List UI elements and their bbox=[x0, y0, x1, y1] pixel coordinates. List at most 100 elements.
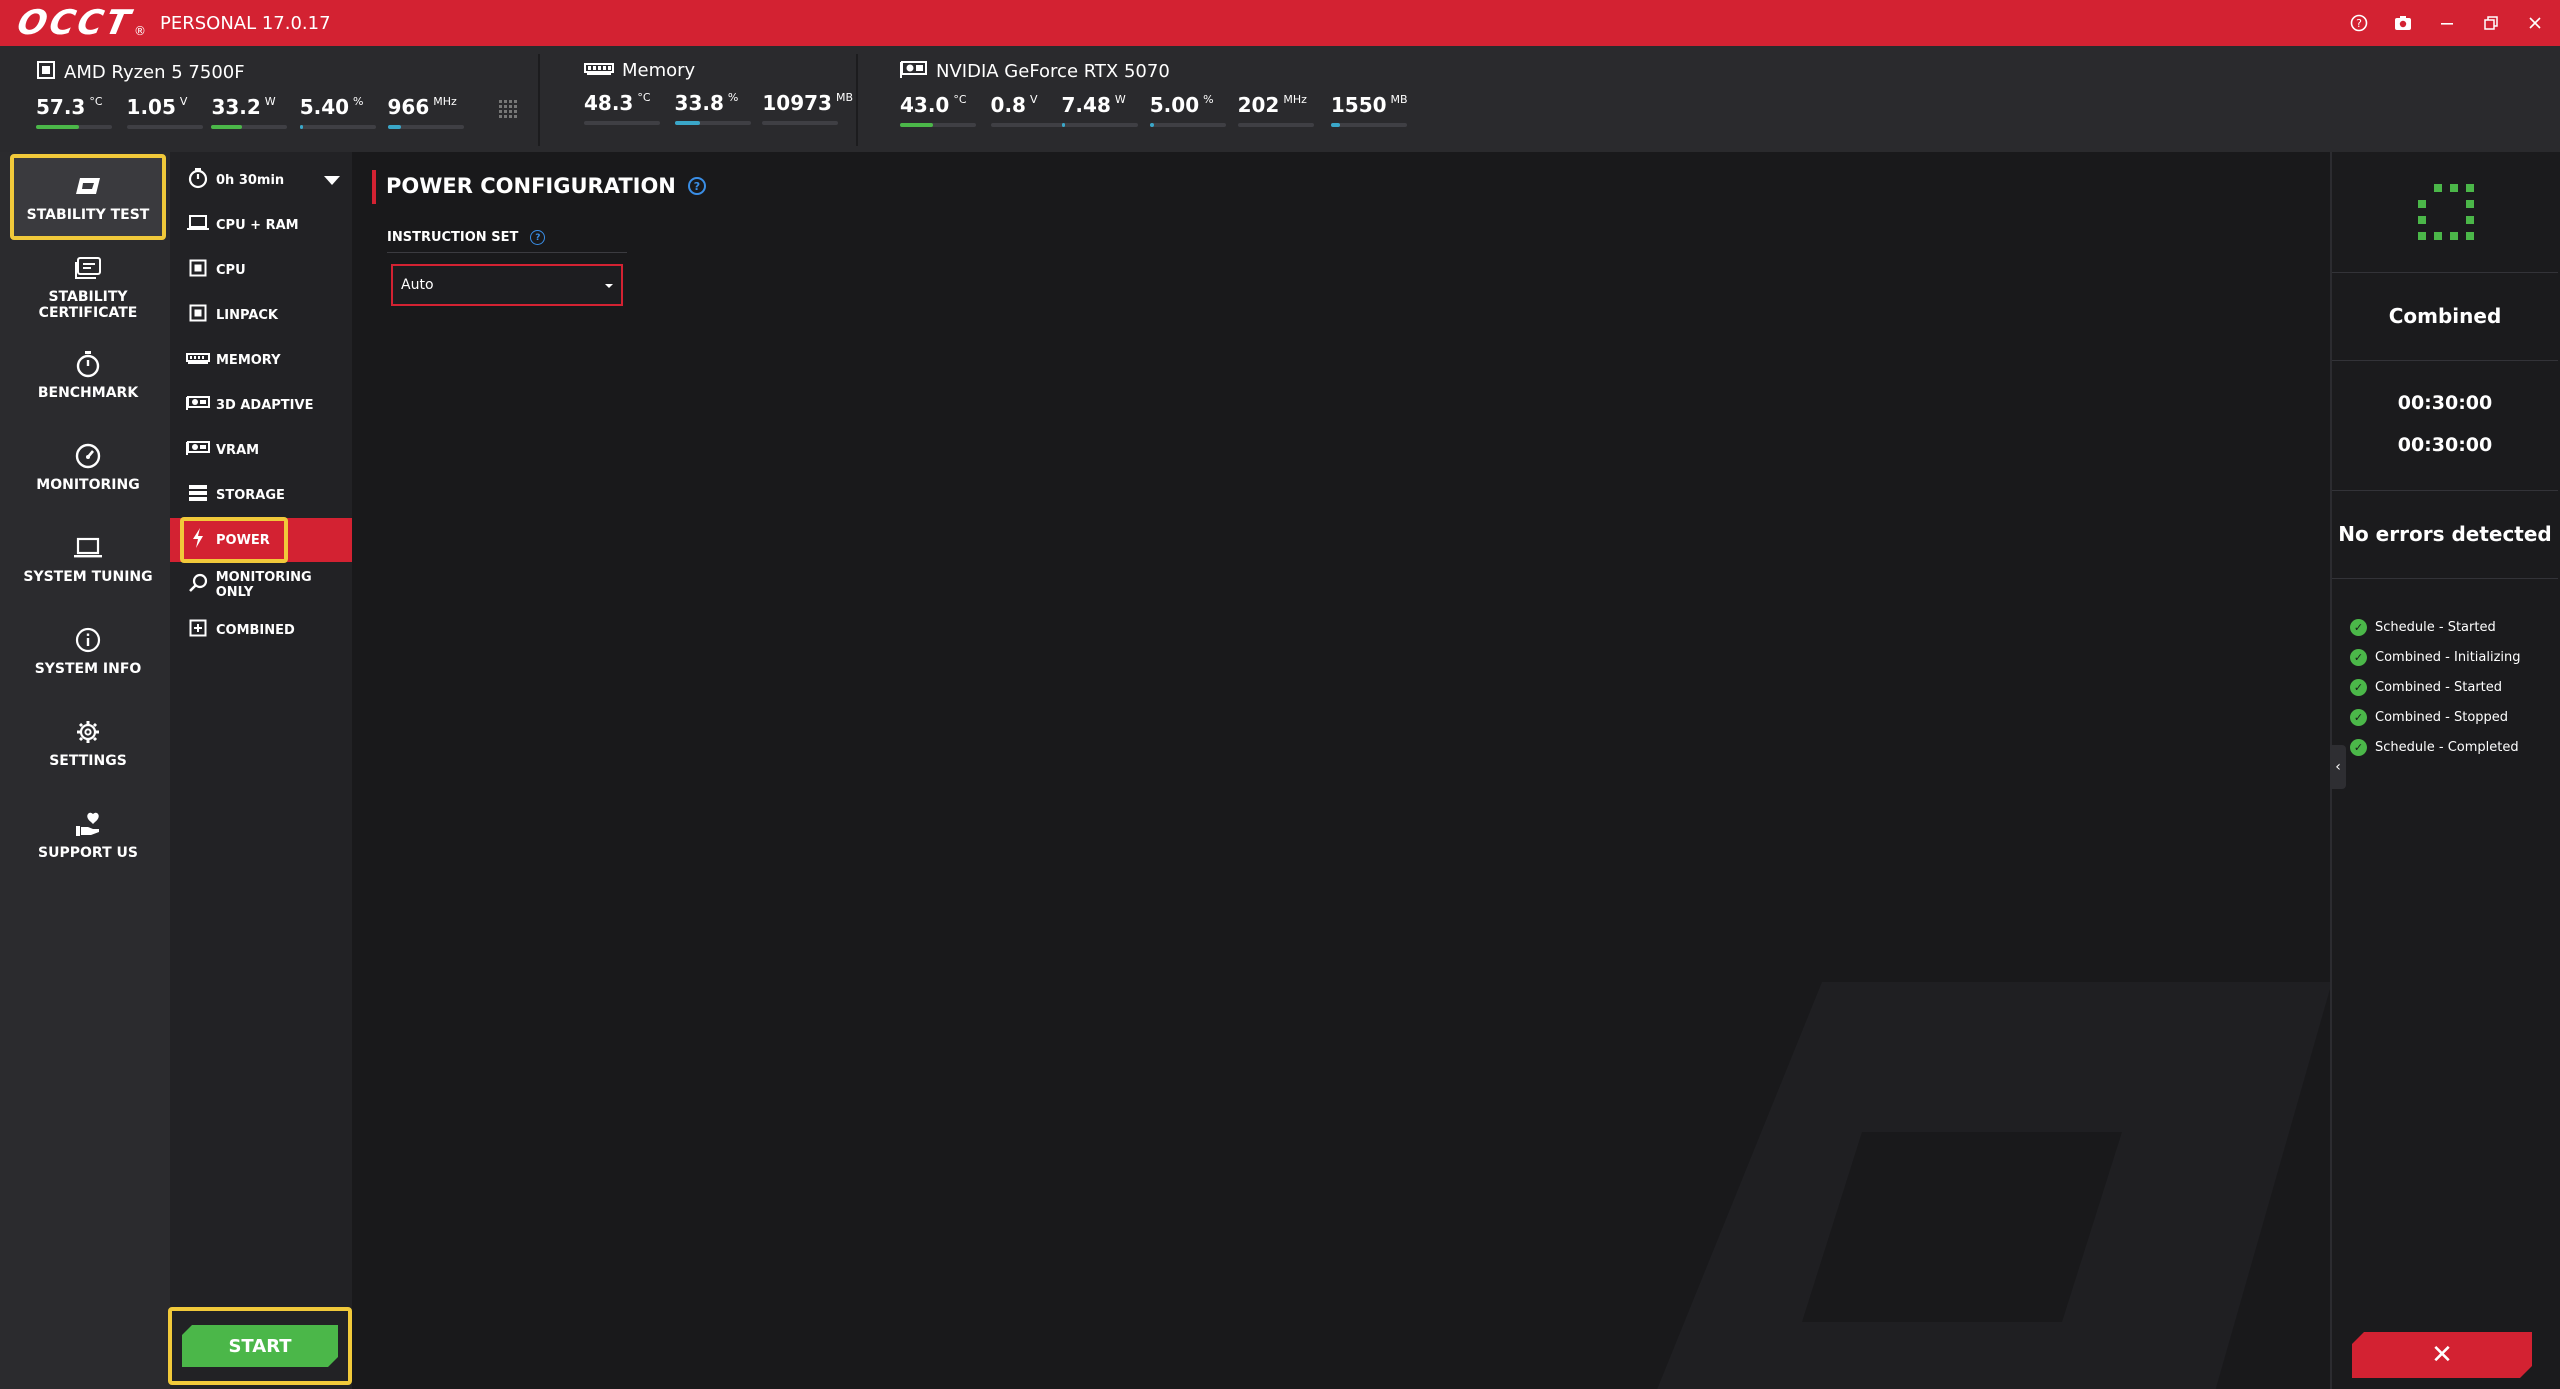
sensor-value: 43.0 bbox=[900, 93, 950, 117]
divider bbox=[538, 54, 540, 146]
sensor-reading: 43.0 °C bbox=[900, 93, 976, 127]
sensor-unit: MHz bbox=[433, 95, 457, 108]
occt-window: OCCT ® PERSONAL 17.0.17 ? AMD Ryzen 5 75… bbox=[0, 0, 2560, 1389]
sensor-unit: MB bbox=[835, 91, 853, 104]
certificate-icon bbox=[73, 253, 103, 283]
start-button[interactable]: START bbox=[182, 1325, 338, 1367]
sensor-unit: °C bbox=[637, 91, 651, 104]
registered-mark: ® bbox=[134, 24, 146, 38]
divider bbox=[2332, 360, 2558, 361]
stop-button[interactable]: ✕ bbox=[2352, 1332, 2532, 1378]
nav-label: BENCHMARK bbox=[37, 385, 139, 401]
sensor-unit: W bbox=[1114, 93, 1126, 106]
test-cpu-ram[interactable]: CPU + RAM bbox=[170, 203, 352, 247]
memory-name: Memory bbox=[622, 60, 696, 81]
test-label: COMBINED bbox=[216, 622, 295, 638]
nav-system-info[interactable]: SYSTEM INFO bbox=[10, 608, 166, 694]
sensor-value: 5.00 bbox=[1149, 93, 1200, 117]
event-text: Combined - Initializing bbox=[2375, 649, 2521, 665]
check-circle-icon: ✓ bbox=[2350, 618, 2367, 636]
sensor-reading: 33.8% bbox=[674, 91, 751, 125]
sensor-bar bbox=[126, 125, 203, 129]
test-3d-adaptive[interactable]: 3D ADAPTIVE bbox=[170, 383, 352, 427]
divider bbox=[2332, 272, 2558, 273]
test-memory[interactable]: MEMORY bbox=[170, 338, 352, 382]
collapse-panel-button[interactable]: ‹ bbox=[2330, 745, 2346, 789]
sensor-value: 7.48 bbox=[1061, 93, 1111, 117]
sensor-value: 5.40 bbox=[299, 95, 350, 119]
sensor-value: 33.8 bbox=[674, 91, 724, 115]
test-monitoring-only[interactable]: MONITORING ONLY bbox=[170, 563, 352, 607]
test-label: 3D ADAPTIVE bbox=[216, 397, 314, 413]
sensor-reading: 0.8 V bbox=[990, 93, 1067, 127]
nav-support-us[interactable]: SUPPORT US bbox=[10, 792, 166, 878]
screenshot-icon[interactable] bbox=[2392, 12, 2414, 34]
restore-icon[interactable] bbox=[2480, 12, 2502, 34]
help-icon[interactable]: ? bbox=[687, 177, 706, 195]
nav-benchmark[interactable]: BENCHMARK bbox=[10, 332, 166, 418]
sensor-bar-fill bbox=[900, 123, 933, 127]
check-circle-icon: ✓ bbox=[2350, 708, 2367, 726]
occt-logo: OCCT bbox=[13, 3, 137, 43]
test-storage[interactable]: STORAGE bbox=[170, 473, 352, 517]
gpu-values: 43.0 °C 0.8 V 7.48 W 5.00% 202 MHz 1550 MB bbox=[900, 93, 1432, 127]
sensor-unit: W bbox=[264, 95, 276, 108]
instruction-set-value: Auto bbox=[401, 277, 434, 293]
error-status: No errors detected bbox=[2338, 522, 2552, 546]
test-linpack[interactable]: LINPACK bbox=[170, 293, 352, 337]
app-title: PERSONAL 17.0.17 bbox=[160, 12, 331, 34]
test-label: MONITORING ONLY bbox=[215, 570, 312, 600]
sensor-unit: °C bbox=[953, 93, 967, 106]
sensor-bar: AMD Ryzen 5 7500F 57.3 °C 1.05 V 33.2 W 5.40% 9… bbox=[0, 46, 2560, 152]
sensor-reading: 5.00% bbox=[1149, 93, 1226, 127]
cpu-sensor-group: AMD Ryzen 5 7500F 57.3 °C 1.05 V 33.2 W 5.40% 9… bbox=[36, 60, 481, 129]
minimize-icon[interactable] bbox=[2436, 12, 2458, 34]
sensor-bar bbox=[1237, 123, 1314, 127]
cpu-chip-icon bbox=[36, 60, 56, 85]
test-label: VRAM bbox=[216, 442, 260, 458]
event-item: ✓ Combined - Stopped bbox=[2350, 702, 2521, 732]
close-icon[interactable] bbox=[2524, 12, 2546, 34]
nav-monitoring[interactable]: MONITORING bbox=[10, 424, 166, 510]
grid-menu-icon[interactable] bbox=[498, 98, 520, 120]
sensor-bar bbox=[990, 123, 1067, 127]
event-text: Combined - Started bbox=[2375, 679, 2503, 695]
test-cpu[interactable]: CPU bbox=[170, 248, 352, 292]
sensor-bar-fill bbox=[1061, 123, 1066, 127]
occt-logo-icon bbox=[73, 171, 103, 201]
cpu-chip-icon bbox=[186, 304, 210, 326]
sensor-bar bbox=[1061, 123, 1138, 127]
sensor-unit: % bbox=[1203, 93, 1214, 106]
check-circle-icon: ✓ bbox=[2350, 648, 2367, 666]
duration-selector[interactable]: 0h 30min bbox=[170, 158, 352, 202]
gpu-card-icon bbox=[186, 441, 210, 459]
status-panel: Combined 00:30:00 00:30:00 No errors det… bbox=[2330, 152, 2560, 1389]
info-icon bbox=[73, 625, 103, 655]
nav-stability-certificate[interactable]: STABILITY CERTIFICATE bbox=[10, 244, 166, 330]
help-icon[interactable]: ? bbox=[2348, 12, 2370, 34]
check-circle-icon: ✓ bbox=[2350, 738, 2367, 756]
sensor-bar bbox=[1330, 123, 1407, 127]
instruction-set-select[interactable]: Auto bbox=[391, 264, 623, 306]
sensor-reading: 966 MHz bbox=[387, 95, 464, 129]
nav-stability-test[interactable]: STABILITY TEST bbox=[10, 154, 166, 240]
stopwatch-icon bbox=[73, 349, 103, 379]
sensor-reading: 1.05 V bbox=[126, 95, 203, 129]
test-power[interactable]: POWER bbox=[170, 518, 352, 562]
test-vram[interactable]: VRAM bbox=[170, 428, 352, 472]
sensor-value: 57.3 bbox=[36, 95, 86, 119]
test-combined[interactable]: COMBINED bbox=[170, 608, 352, 652]
title-bar: OCCT ® PERSONAL 17.0.17 ? bbox=[0, 0, 2560, 46]
test-label: LINPACK bbox=[216, 307, 279, 323]
sensor-bar-fill bbox=[299, 125, 304, 129]
sensor-bar-fill bbox=[1149, 123, 1154, 127]
nav-system-tuning[interactable]: SYSTEM TUNING bbox=[10, 516, 166, 602]
nav-settings[interactable]: SETTINGS bbox=[10, 700, 166, 786]
gpu-name: NVIDIA GeForce RTX 5070 bbox=[936, 61, 1170, 82]
help-icon[interactable]: ? bbox=[530, 230, 546, 245]
gear-icon bbox=[73, 717, 103, 747]
elapsed-time: 00:30:00 bbox=[2397, 392, 2493, 414]
sensor-unit: V bbox=[179, 95, 188, 108]
memory-values: 48.3 °C 33.8% 10973 MB bbox=[584, 91, 877, 125]
sensor-value: 10973 bbox=[762, 91, 832, 115]
